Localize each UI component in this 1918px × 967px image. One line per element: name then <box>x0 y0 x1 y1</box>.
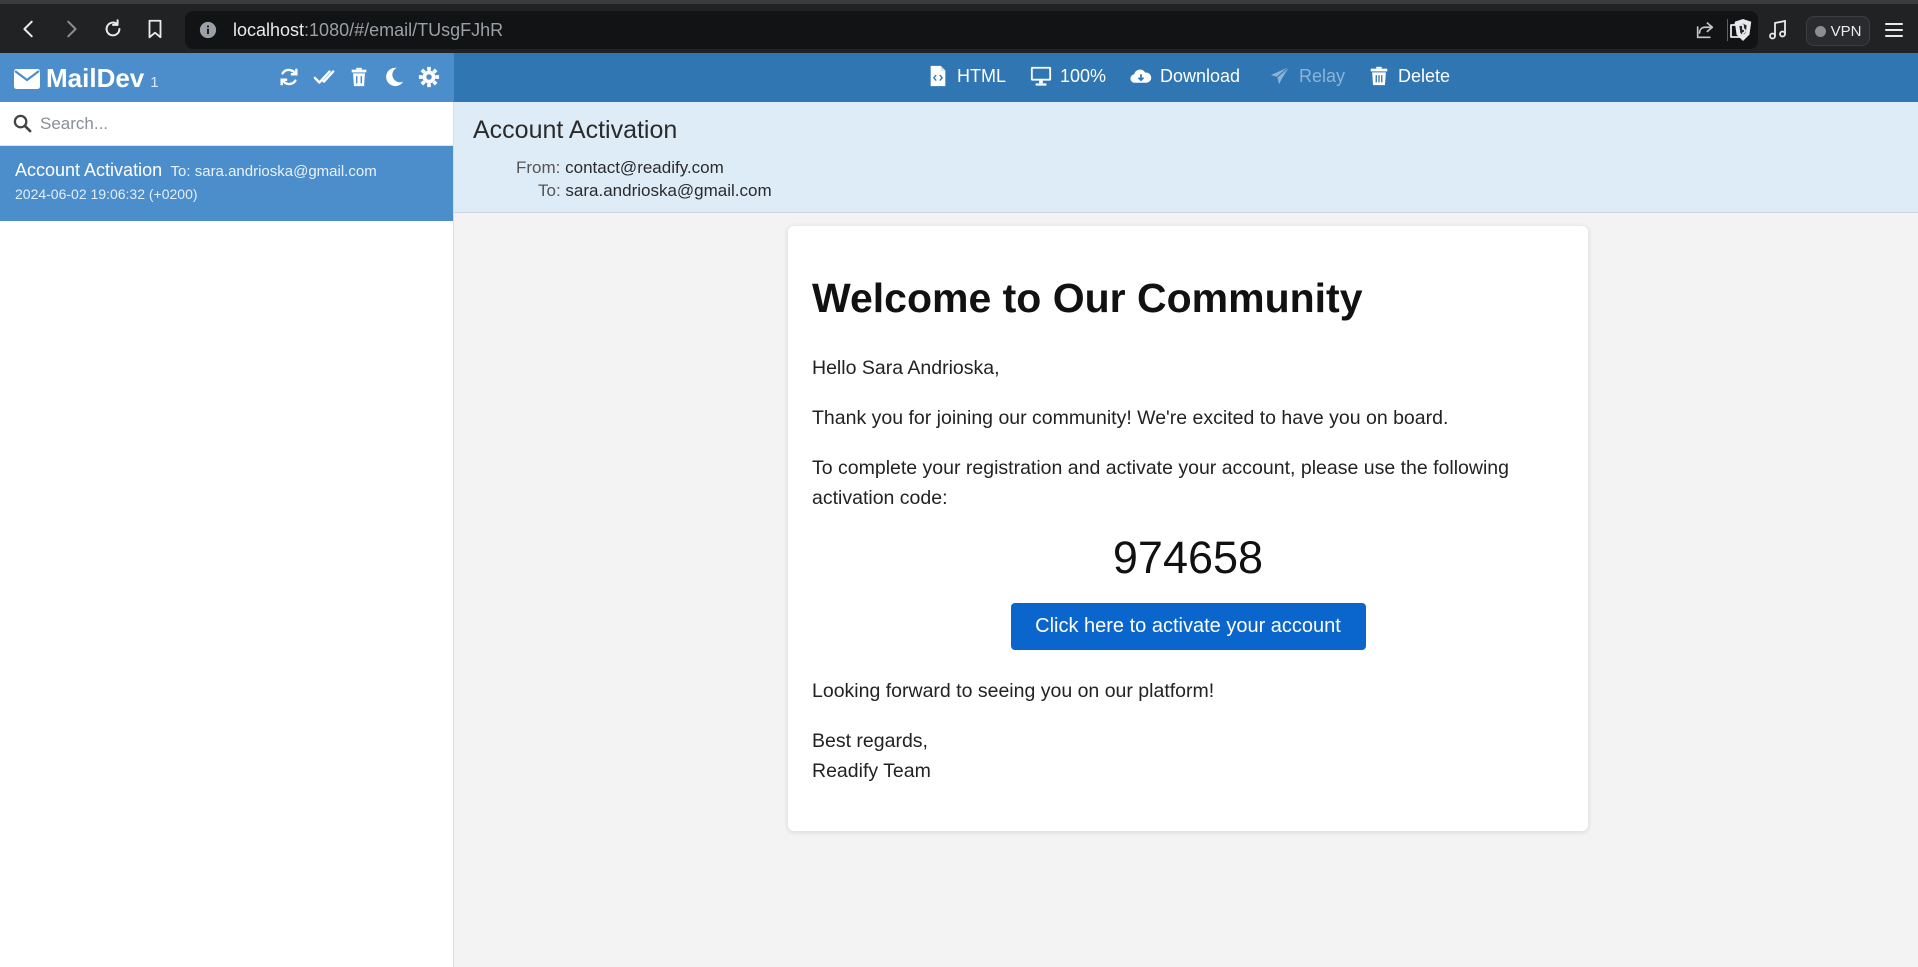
share-icon[interactable] <box>1694 19 1716 41</box>
header-tools <box>278 66 440 88</box>
email-title: Welcome to Our Community <box>812 275 1363 321</box>
url-text: localhost:1080/#/email/TUsgFJhR <box>233 20 503 41</box>
email-intro: Thank you for joining our community! We'… <box>812 407 1449 429</box>
desktop-icon <box>1030 66 1052 86</box>
menu-icon[interactable] <box>1882 18 1906 42</box>
browser-toolbar: localhost:1080/#/email/TUsgFJhR VPN <box>0 0 1918 53</box>
email-count: 1 <box>150 74 159 91</box>
to-line: To: sara.andrioska@gmail.com <box>538 181 772 201</box>
reload-button[interactable] <box>98 14 128 44</box>
refresh-icon[interactable] <box>278 66 300 88</box>
activate-button-wrap: Click here to activate your account <box>812 602 1564 650</box>
forward-button[interactable] <box>56 14 86 44</box>
from-label: From: <box>516 158 561 177</box>
settings-gear-icon[interactable] <box>418 66 440 88</box>
delete-button[interactable]: Delete <box>1368 65 1450 87</box>
vpn-status-icon <box>1814 25 1826 37</box>
download-button[interactable]: Download <box>1130 65 1240 87</box>
extensions-icon[interactable] <box>1726 18 1750 42</box>
mail-item-header: Account Activation To: sara.andrioska@gm… <box>15 160 438 181</box>
trash-icon <box>1370 66 1388 86</box>
back-arrow-icon <box>23 20 33 38</box>
from-value: contact@readify.com <box>565 158 724 177</box>
vpn-button[interactable]: VPN <box>1806 16 1870 46</box>
trash-all-icon[interactable] <box>348 66 370 88</box>
email-signature: Readify Team <box>812 759 931 782</box>
to-label: To: <box>538 181 561 200</box>
activate-account-button[interactable]: Click here to activate your account <box>1010 602 1366 650</box>
email-body: Welcome to Our Community Hello Sara Andr… <box>788 226 1588 831</box>
delete-label: Delete <box>1398 65 1451 86</box>
email-signoff: Best regards, Readify Team <box>812 726 1564 786</box>
app-name: MailDev <box>46 63 145 93</box>
bookmark-icon <box>148 19 162 39</box>
email-greeting: Hello Sara Andrioska, <box>812 357 1000 379</box>
message-toolbar: HTML 100% Download Relay Delete <box>454 53 1918 102</box>
brand[interactable]: MailDev 1 <box>14 63 159 94</box>
search-icon <box>13 114 32 133</box>
url-host: localhost <box>233 20 305 40</box>
media-icon[interactable] <box>1766 18 1790 42</box>
mail-item-subject: Account Activation <box>15 160 163 180</box>
bookmark-button[interactable] <box>140 14 170 44</box>
message-header: Account Activation From: contact@readify… <box>454 102 1918 213</box>
to-value: sara.andrioska@gmail.com <box>565 181 772 200</box>
app-header: MailDev 1 <box>0 53 454 102</box>
zoom-button[interactable]: 100% <box>1030 65 1106 87</box>
cloud-download-icon <box>1130 69 1152 83</box>
mail-sidebar: Account Activation To: sara.andrioska@gm… <box>0 102 454 967</box>
site-info-icon[interactable] <box>199 21 217 39</box>
mark-all-read-icon[interactable] <box>313 66 335 88</box>
dark-mode-icon[interactable] <box>383 66 405 88</box>
envelope-icon <box>14 69 40 89</box>
email-instructions: To complete your registration and activa… <box>812 457 1509 509</box>
vpn-label: VPN <box>1830 22 1862 40</box>
zoom-label: 100% <box>1060 65 1107 86</box>
email-closing: Looking forward to seeing you on our pla… <box>812 679 1215 702</box>
url-path: :1080/#/email/TUsgFJhR <box>304 20 504 40</box>
relay-label: Relay <box>1299 65 1346 86</box>
paper-plane-icon <box>1270 66 1290 85</box>
mail-item-recipient: To: sara.andrioska@gmail.com <box>170 163 377 180</box>
from-line: From: contact@readify.com <box>516 158 724 178</box>
activation-code: 974658 <box>1112 532 1264 583</box>
mail-item-date: 2024-06-02 19:06:32 (+0200) <box>15 186 198 202</box>
html-label: HTML <box>957 65 1006 86</box>
list-item[interactable]: Account Activation To: sara.andrioska@gm… <box>0 146 453 221</box>
relay-button[interactable]: Relay <box>1269 65 1345 87</box>
html-view-button[interactable]: HTML <box>927 65 1006 87</box>
search-bar <box>0 102 453 146</box>
email-signoff-text: Best regards, <box>812 729 928 752</box>
address-bar[interactable]: localhost:1080/#/email/TUsgFJhR <box>185 11 1758 49</box>
reload-icon <box>105 19 121 37</box>
back-button[interactable] <box>14 14 44 44</box>
file-code-icon <box>930 65 946 87</box>
download-label: Download <box>1160 65 1241 86</box>
message-view: Account Activation From: contact@readify… <box>454 102 1918 967</box>
forward-arrow-icon <box>67 20 77 38</box>
search-input[interactable] <box>40 110 440 138</box>
message-subject: Account Activation <box>473 116 678 144</box>
